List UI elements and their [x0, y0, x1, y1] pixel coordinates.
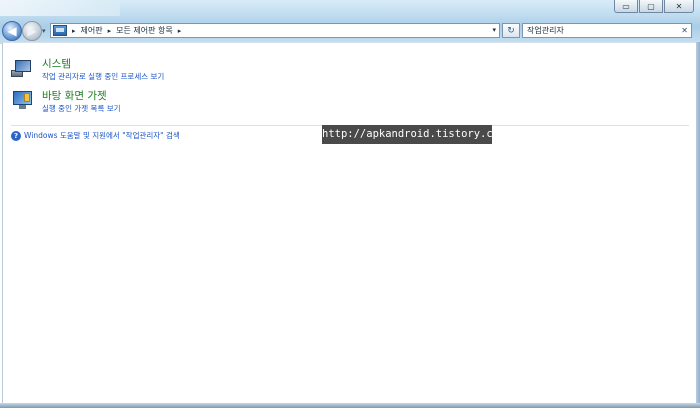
- address-dropdown-icon[interactable]: ▾: [492, 26, 496, 34]
- search-input[interactable]: 작업관리자 ✕: [522, 23, 692, 38]
- breadcrumb-separator-icon[interactable]: ▸: [72, 27, 76, 35]
- help-icon: ?: [11, 130, 21, 141]
- close-button[interactable]: ✕: [664, 0, 694, 13]
- window-bottom-edge: [0, 403, 700, 408]
- result-item-desktop-gadgets[interactable]: 바탕 화면 가젯 실행 중인 가젯 목록 보기: [11, 90, 121, 114]
- maximize-button[interactable]: ▢: [639, 0, 663, 13]
- result-task-link[interactable]: 작업 관리자로 실행 중인 프로세스 보기: [42, 72, 164, 82]
- result-title-link[interactable]: 시스템: [42, 58, 164, 71]
- result-text: 바탕 화면 가젯 실행 중인 가젯 목록 보기: [42, 90, 121, 114]
- watermark-url: http://apkandroid.tistory.com: [322, 125, 505, 144]
- forward-button[interactable]: ▶: [22, 21, 42, 41]
- windows-help-search-link[interactable]: ? Windows 도움말 및 지원에서 "작업관리자" 검색: [11, 130, 180, 141]
- minimize-button[interactable]: ▭: [614, 0, 638, 13]
- breadcrumb-control-panel[interactable]: 제어판: [81, 25, 103, 36]
- breadcrumb-separator-icon[interactable]: ▸: [108, 27, 112, 35]
- recent-pages-dropdown-icon[interactable]: ▾: [42, 27, 46, 35]
- system-icon: [11, 58, 33, 78]
- title-bar-glow: [0, 0, 120, 16]
- help-search-text[interactable]: Windows 도움말 및 지원에서 "작업관리자" 검색: [24, 130, 180, 141]
- result-task-link[interactable]: 실행 중인 가젯 목록 보기: [42, 104, 121, 114]
- caption-buttons: ▭ ▢ ✕: [614, 0, 694, 13]
- desktop-gadgets-icon: [11, 90, 33, 110]
- breadcrumb-separator-icon[interactable]: ▸: [178, 27, 182, 35]
- result-text: 시스템 작업 관리자로 실행 중인 프로세스 보기: [42, 58, 164, 82]
- result-title-link[interactable]: 바탕 화면 가젯: [42, 90, 121, 103]
- back-arrow-icon: ◀: [7, 24, 17, 38]
- forward-arrow-icon: ▶: [27, 24, 37, 38]
- back-button[interactable]: ◀: [2, 21, 22, 41]
- address-bar[interactable]: ▸ 제어판 ▸ 모든 제어판 항목 ▸ ▾: [50, 23, 500, 38]
- clear-search-icon[interactable]: ✕: [681, 24, 688, 37]
- breadcrumb-all-control-panel-items[interactable]: 모든 제어판 항목: [116, 25, 173, 36]
- refresh-button[interactable]: ↻: [502, 23, 520, 38]
- refresh-icon: ↻: [507, 25, 515, 36]
- search-results-pane: 시스템 작업 관리자로 실행 중인 프로세스 보기 바탕 화면 가젯 실행 중인…: [2, 42, 698, 404]
- search-input-value: 작업관리자: [527, 26, 564, 35]
- result-item-system[interactable]: 시스템 작업 관리자로 실행 중인 프로세스 보기: [11, 58, 164, 82]
- window-right-edge: [696, 42, 700, 404]
- control-panel-icon: [53, 25, 67, 36]
